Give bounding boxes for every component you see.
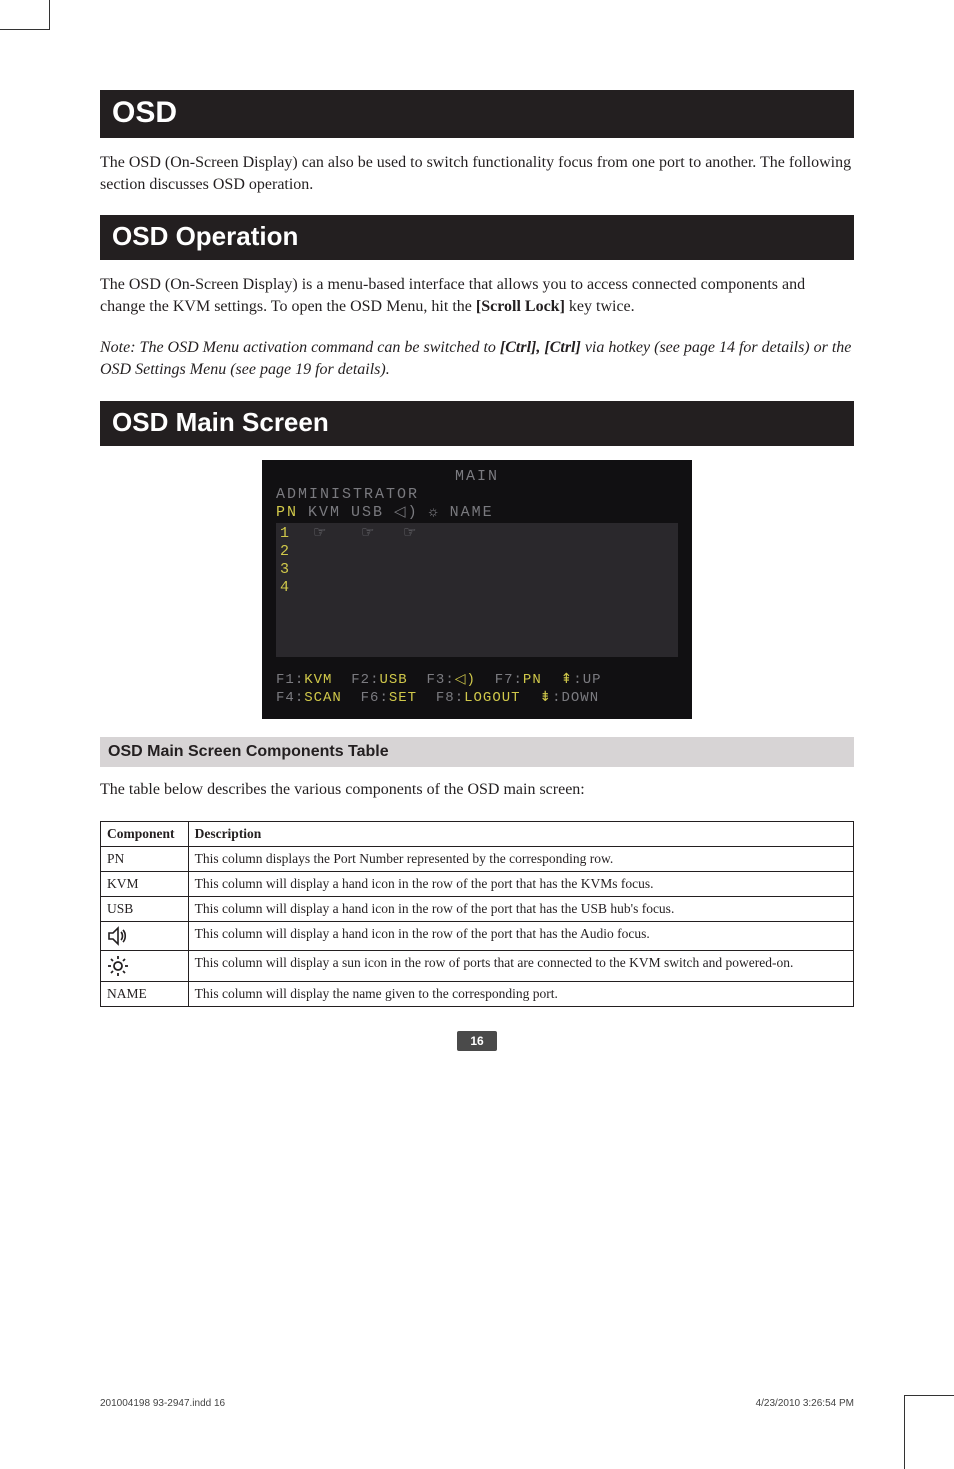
cell-description: This column will display a sun icon in t… xyxy=(188,950,853,981)
osd-port-number: 1 xyxy=(280,525,291,543)
osd-col-audio-icon: ◁) xyxy=(394,504,419,522)
osd-f1-label: F1 xyxy=(276,672,295,688)
osd-operation-paragraph-1: The OSD (On-Screen Display) is a menu-ba… xyxy=(100,274,854,317)
cell-component: PN xyxy=(101,846,189,871)
osd-intro-paragraph: The OSD (On-Screen Display) can also be … xyxy=(100,152,854,195)
osd-f7-label: F7 xyxy=(495,672,514,688)
cell-component: NAME xyxy=(101,981,189,1006)
osd-footer-line-2: F4:SCAN F6:SET F8:LOGOUT ⇟:DOWN xyxy=(276,689,678,707)
osd-port-row-1: 1 ☞ ☞ ☞ xyxy=(280,525,674,543)
cell-description: This column will display a hand icon in … xyxy=(188,871,853,896)
table-row: NAME This column will display the name g… xyxy=(101,981,854,1006)
text-fragment: key twice. xyxy=(565,298,635,315)
osd-down-value: DOWN xyxy=(561,690,599,706)
footer-timestamp: 4/23/2010 3:26:54 PM xyxy=(756,1398,854,1409)
osd-main-screen-screenshot: MAIN ADMINISTRATOR PN KVM USB ◁) ☼ NAME … xyxy=(262,460,692,719)
components-table: Component Description PN This column dis… xyxy=(100,821,854,1007)
osd-col-sun-icon: ☼ xyxy=(429,504,440,522)
osd-f2-label: F2 xyxy=(351,672,370,688)
table-header-row: Component Description xyxy=(101,821,854,846)
cell-component-sun-icon xyxy=(101,950,189,981)
osd-f7-value: PN xyxy=(523,672,542,688)
sun-icon xyxy=(107,955,129,977)
table-row: PN This column displays the Port Number … xyxy=(101,846,854,871)
osd-f4-label: F4 xyxy=(276,690,295,706)
osd-col-pn: PN xyxy=(276,504,298,522)
print-footer-metadata: 201004198 93-2947.indd 16 4/23/2010 3:26… xyxy=(100,1398,854,1409)
cell-description: This column will display the name given … xyxy=(188,981,853,1006)
osd-col-name: NAME xyxy=(450,504,494,522)
scroll-lock-key-label: [Scroll Lock] xyxy=(476,298,565,315)
col-header-component: Component xyxy=(101,821,189,846)
hand-icon: ☞ xyxy=(361,525,375,543)
cell-description: This column will display a hand icon in … xyxy=(188,896,853,921)
footer-file-info: 201004198 93-2947.indd 16 xyxy=(100,1398,225,1409)
section-heading-osd: OSD xyxy=(100,90,854,138)
osd-up-icon: ⇞ xyxy=(561,672,574,688)
text-fragment: Note: The OSD Menu activation command ca… xyxy=(100,339,500,356)
col-header-description: Description xyxy=(188,821,853,846)
osd-port-list: 1 ☞ ☞ ☞ 2 3 4 xyxy=(276,523,678,657)
crop-mark-bottom-right xyxy=(904,1395,954,1439)
osd-f6-label: F6 xyxy=(361,690,380,706)
cell-description: This column will display a hand icon in … xyxy=(188,921,853,950)
cell-component: USB xyxy=(101,896,189,921)
crop-mark-top-left xyxy=(0,0,50,30)
osd-f8-label: F8 xyxy=(436,690,455,706)
osd-f2-value: USB xyxy=(379,672,407,688)
osd-f3-label: F3 xyxy=(427,672,446,688)
table-row: This column will display a sun icon in t… xyxy=(101,950,854,981)
hand-icon: ☞ xyxy=(403,525,417,543)
osd-port-number: 3 xyxy=(280,561,674,579)
osd-port-number: 4 xyxy=(280,579,674,597)
osd-title: MAIN xyxy=(276,468,678,486)
ctrl-ctrl-key-label: [Ctrl], [Ctrl] xyxy=(500,339,581,356)
section-heading-osd-operation: OSD Operation xyxy=(100,215,854,260)
osd-column-headers: PN KVM USB ◁) ☼ NAME xyxy=(276,504,678,522)
osd-footer: F1:KVM F2:USB F3:◁) F7:PN ⇞:UP F4:SCAN F… xyxy=(276,671,678,707)
osd-f4-value: SCAN xyxy=(304,690,342,706)
osd-footer-line-1: F1:KVM F2:USB F3:◁) F7:PN ⇞:UP xyxy=(276,671,678,689)
osd-up-value: UP xyxy=(583,672,602,688)
table-row: This column will display a hand icon in … xyxy=(101,921,854,950)
cell-component: KVM xyxy=(101,871,189,896)
table-row: USB This column will display a hand icon… xyxy=(101,896,854,921)
components-table-intro: The table below describes the various co… xyxy=(100,779,854,801)
osd-f8-value: LOGOUT xyxy=(464,690,520,706)
osd-f3-value: ◁) xyxy=(455,672,476,688)
osd-f6-value: SET xyxy=(389,690,417,706)
osd-col-usb: USB xyxy=(351,504,384,522)
osd-port-number: 2 xyxy=(280,543,674,561)
speaker-icon xyxy=(107,926,129,946)
cell-component-speaker-icon xyxy=(101,921,189,950)
osd-user-line: ADMINISTRATOR xyxy=(276,486,678,504)
table-row: KVM This column will display a hand icon… xyxy=(101,871,854,896)
osd-operation-note: Note: The OSD Menu activation command ca… xyxy=(100,337,854,380)
text-fragment: The OSD (On-Screen Display) is a menu-ba… xyxy=(100,276,805,315)
hand-icon: ☞ xyxy=(313,525,327,543)
page-number-badge: 16 xyxy=(457,1031,497,1051)
osd-down-icon: ⇟ xyxy=(539,690,552,706)
osd-col-kvm: KVM xyxy=(308,504,341,522)
section-heading-osd-main-screen: OSD Main Screen xyxy=(100,401,854,446)
components-table-heading: OSD Main Screen Components Table xyxy=(100,737,854,767)
osd-f1-value: KVM xyxy=(304,672,332,688)
cell-description: This column displays the Port Number rep… xyxy=(188,846,853,871)
page-content: OSD The OSD (On-Screen Display) can also… xyxy=(0,0,954,1091)
